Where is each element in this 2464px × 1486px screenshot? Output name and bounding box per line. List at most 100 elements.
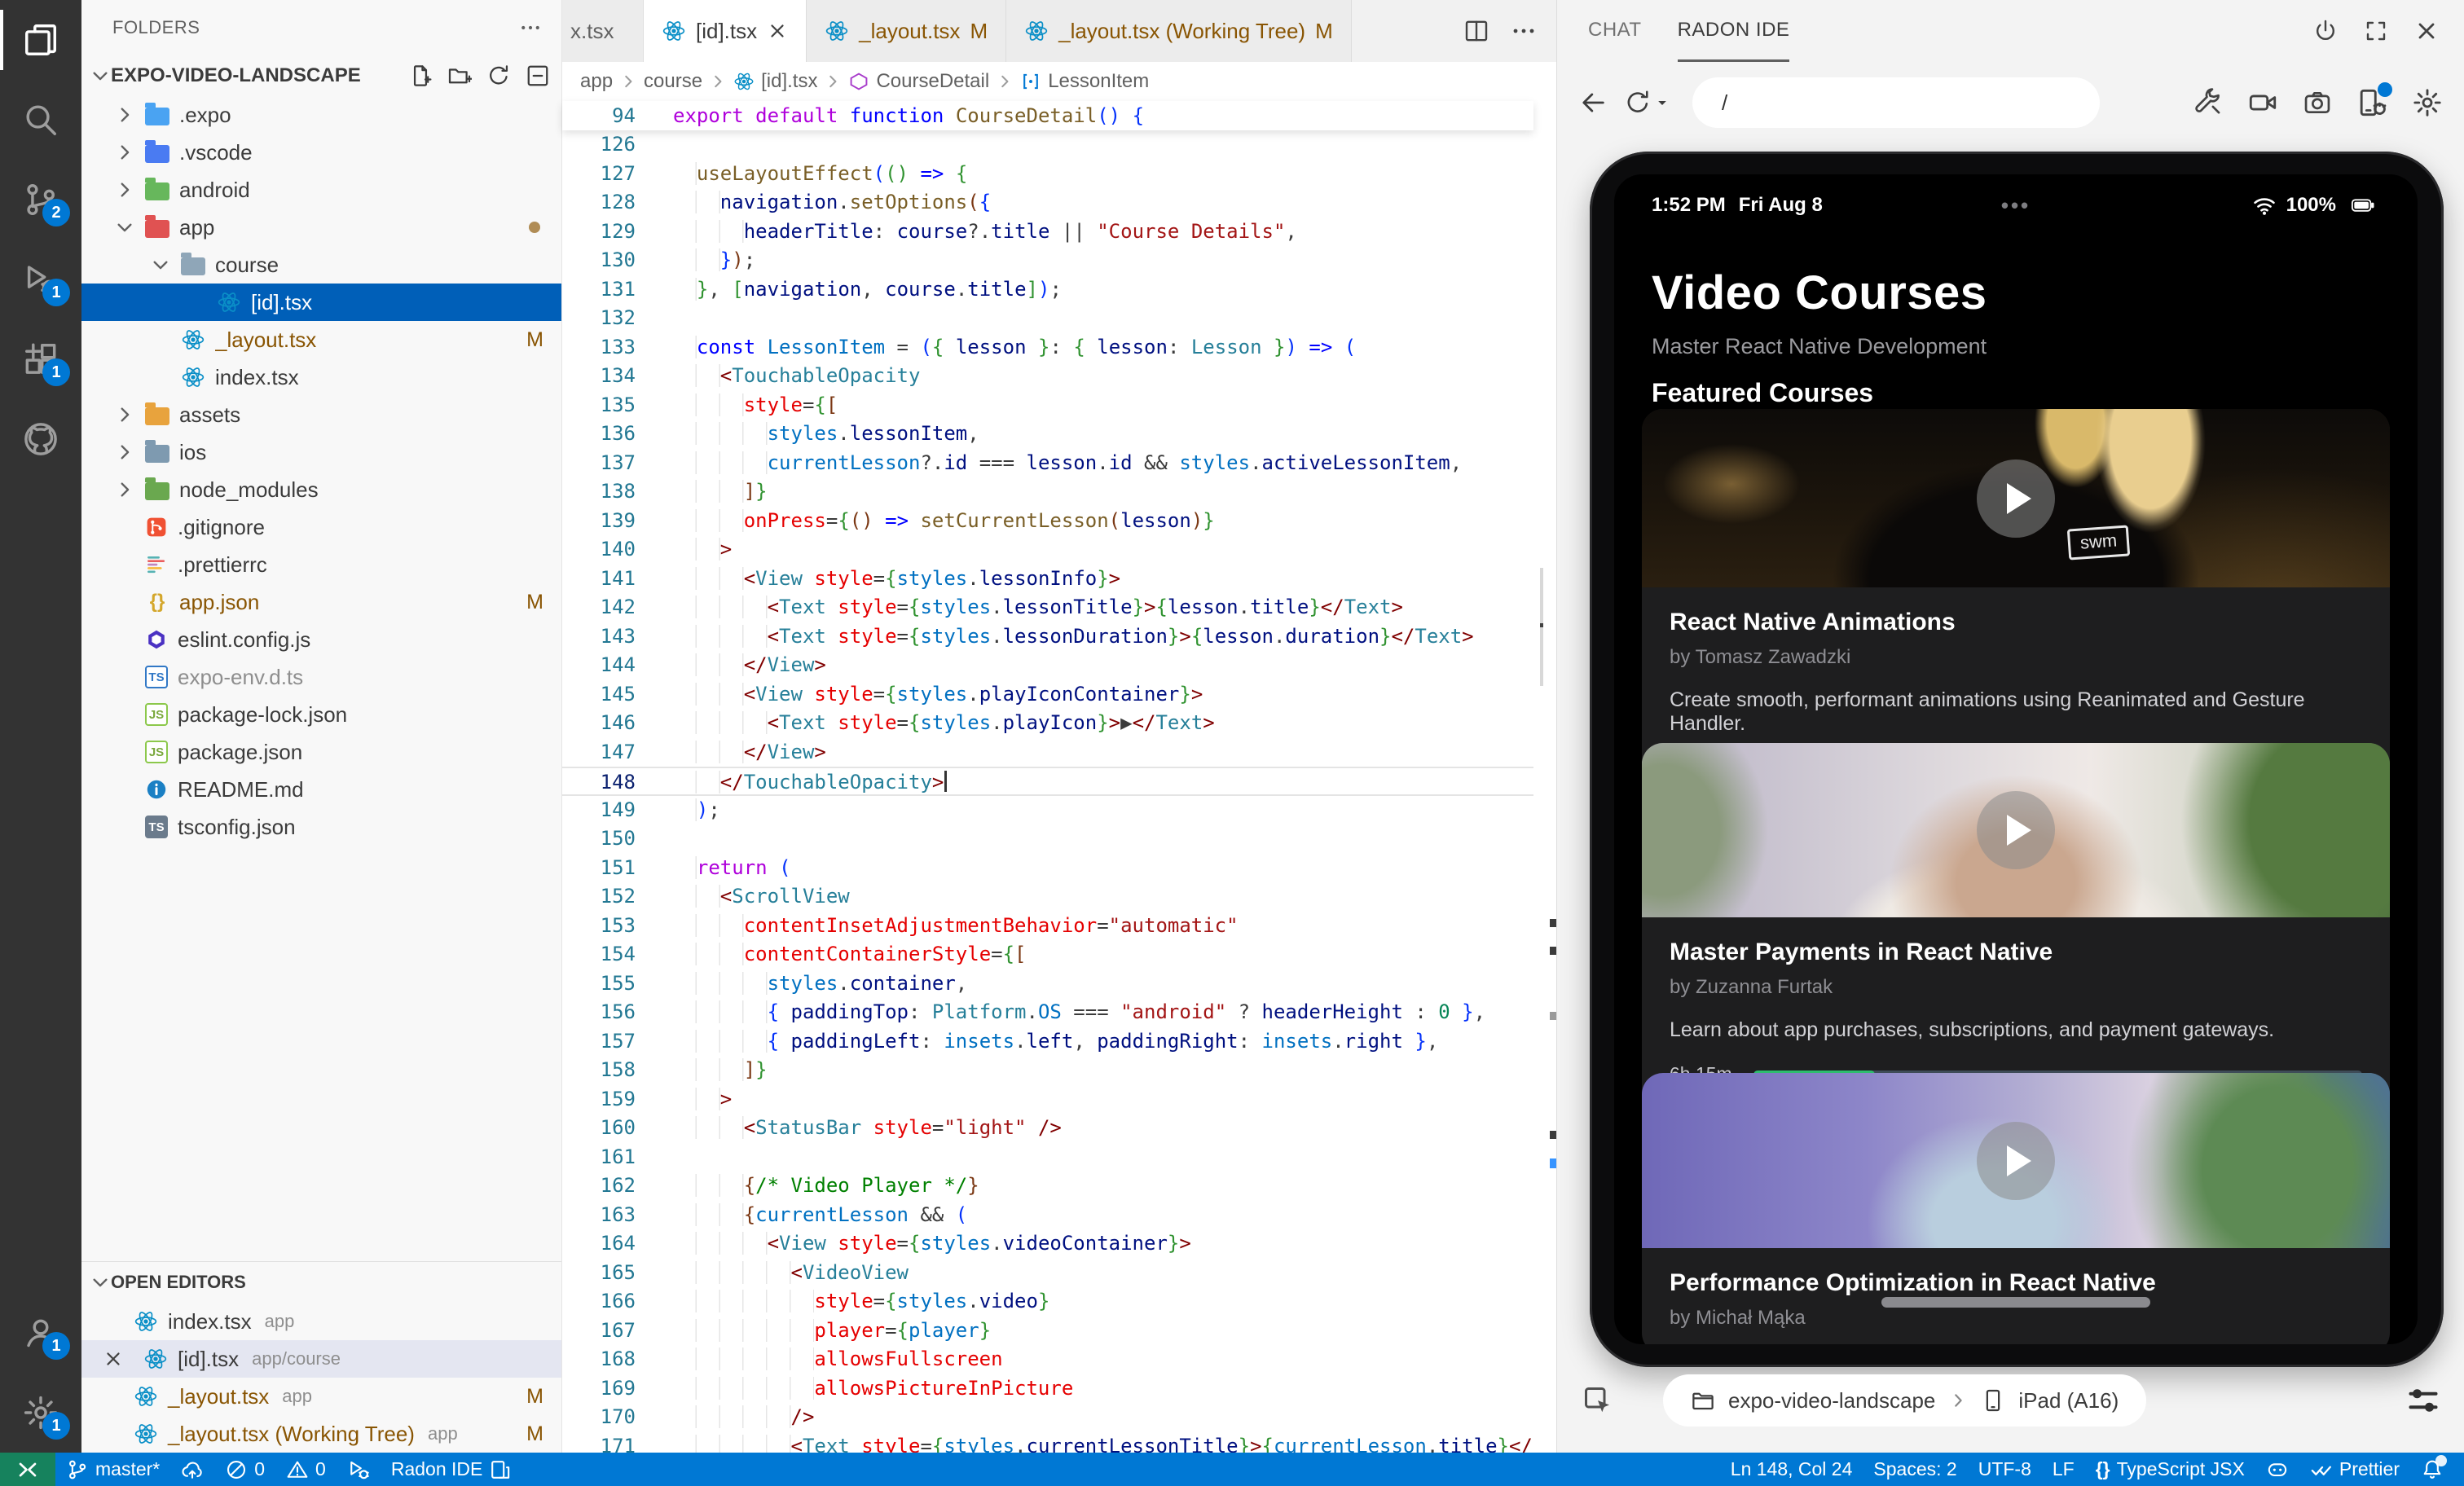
activity-run-debug[interactable]: 1 (0, 240, 81, 319)
close-icon[interactable] (103, 1348, 124, 1369)
remote-indicator[interactable] (0, 1453, 55, 1486)
more-actions-icon[interactable] (519, 16, 542, 39)
collapse-icon[interactable] (526, 64, 550, 88)
code-line-133[interactable]: 133 const LessonItem = ({ lesson }: { le… (562, 333, 1533, 363)
settings-gear-icon[interactable] (2412, 87, 2443, 118)
reload-control[interactable] (1624, 89, 1671, 117)
overview-ruler[interactable] (1533, 101, 1556, 1453)
code-line-147[interactable]: 147 </View> (562, 738, 1533, 767)
code-line-146[interactable]: 146 <Text style={styles.playIcon}>▶</Tex… (562, 709, 1533, 738)
code-line-168[interactable]: 168 allowsFullscreen (562, 1345, 1533, 1374)
tree-item-android[interactable]: android (81, 171, 561, 209)
code-line-167[interactable]: 167 player={player} (562, 1317, 1533, 1346)
breadcrumb-course[interactable]: course (644, 70, 702, 93)
refresh-icon[interactable] (486, 64, 511, 88)
code-line-136[interactable]: 136 styles.lessonItem, (562, 420, 1533, 449)
statusbar-radon-ide-status[interactable]: Radon IDE (391, 1458, 513, 1481)
open-editor-_layout.tsx (Working Tree)[interactable]: _layout.tsx (Working Tree)appM (81, 1415, 561, 1453)
url-bar[interactable]: / (1692, 77, 2100, 128)
breadcrumb-app[interactable]: app (580, 70, 613, 93)
code-line-144[interactable]: 144 </View> (562, 651, 1533, 680)
activity-search[interactable] (0, 80, 81, 160)
tree-item-.gitignore[interactable]: .gitignore (81, 508, 561, 546)
tree-item-app[interactable]: app (81, 209, 561, 246)
panel-tab-RADON IDE[interactable]: RADON IDE (1678, 0, 1790, 62)
more-actions-icon[interactable] (1511, 18, 1537, 44)
code-line-161[interactable]: 161 (562, 1143, 1533, 1172)
tree-item-.vscode[interactable]: .vscode (81, 134, 561, 171)
course-thumbnail[interactable] (1642, 743, 2390, 917)
code-line-160[interactable]: 160 <StatusBar style="light" /> (562, 1114, 1533, 1143)
play-button[interactable] (1977, 459, 2055, 538)
code-line-170[interactable]: 170 /> (562, 1403, 1533, 1432)
statusbar-warnings[interactable]: 0 (286, 1458, 326, 1481)
tree-item-_layout.tsx[interactable]: _layout.tsxM (81, 321, 561, 358)
code-line-166[interactable]: 166 style={styles.video} (562, 1287, 1533, 1317)
code-line-153[interactable]: 153 contentInsetAdjustmentBehavior="auto… (562, 912, 1533, 941)
statusbar-debug-status[interactable] (347, 1458, 370, 1481)
code-line-130[interactable]: 130 }); (562, 246, 1533, 275)
tree-item-README.md[interactable]: README.md (81, 771, 561, 808)
statusbar-git-branch[interactable]: master* (66, 1458, 160, 1481)
code-line-145[interactable]: 145 <View style={styles.playIconContaine… (562, 680, 1533, 710)
breadcrumb-[id].tsx[interactable]: [id].tsx (733, 70, 817, 93)
code-line-137[interactable]: 137 currentLesson?.id === lesson.id && s… (562, 449, 1533, 478)
screenshot-icon[interactable] (2303, 88, 2332, 117)
newfolder-icon[interactable] (447, 64, 472, 88)
inspect-icon[interactable] (1582, 1384, 1614, 1417)
code-line-140[interactable]: 140 > (562, 535, 1533, 565)
settings-toggle-icon[interactable] (2407, 1384, 2440, 1417)
code-line-157[interactable]: 157 { paddingLeft: insets.left, paddingR… (562, 1027, 1533, 1057)
power-icon[interactable] (2312, 18, 2339, 44)
code-line-154[interactable]: 154 contentContainerStyle={[ (562, 940, 1533, 969)
code-line-171[interactable]: 171 <Text style={styles.currentLessonTit… (562, 1432, 1533, 1453)
breadcrumb-CourseDetail[interactable]: CourseDetail (848, 70, 989, 93)
code-line-152[interactable]: 152 <ScrollView (562, 882, 1533, 912)
home-indicator[interactable] (1881, 1297, 2150, 1308)
code-line-143[interactable]: 143 <Text style={styles.lessonDuration}>… (562, 622, 1533, 652)
statusbar-notifications[interactable] (2421, 1458, 2444, 1481)
statusbar-eol[interactable]: LF (2053, 1458, 2075, 1480)
code-line-134[interactable]: 134 <TouchableOpacity (562, 362, 1533, 391)
close-icon[interactable] (767, 20, 788, 42)
code-line-163[interactable]: 163 {currentLesson && ( (562, 1201, 1533, 1230)
tree-item-[id].tsx[interactable]: [id].tsx (81, 284, 561, 321)
code-line-141[interactable]: 141 <View style={styles.lessonInfo}> (562, 565, 1533, 594)
statusbar-copilot[interactable] (2266, 1458, 2289, 1481)
code-line-165[interactable]: 165 <VideoView (562, 1259, 1533, 1288)
tab-_layout.tsx (Working Tree)[interactable]: _layout.tsx (Working Tree)M (1006, 0, 1352, 62)
code-line-135[interactable]: 135 style={[ (562, 391, 1533, 420)
tree-item-expo-env.d.ts[interactable]: TSexpo-env.d.ts (81, 658, 561, 696)
code-line-131[interactable]: 131 }, [navigation, course.title]); (562, 275, 1533, 305)
code-line-138[interactable]: 138 ]} (562, 477, 1533, 507)
code-line-142[interactable]: 142 <Text style={styles.lessonTitle}>{le… (562, 593, 1533, 622)
workspace-root[interactable]: EXPO-VIDEO-LANDSCAPE (81, 55, 561, 96)
open-editor-index.tsx[interactable]: index.tsxapp (81, 1303, 561, 1340)
code-line-132[interactable]: 132 (562, 304, 1533, 333)
tab-x.tsx[interactable]: x.tsx (562, 0, 644, 62)
code-line-129[interactable]: 129 headerTitle: course?.title || "Cours… (562, 218, 1533, 247)
activity-explorer[interactable] (0, 0, 81, 80)
activity-github[interactable] (0, 399, 81, 479)
tree-item-ios[interactable]: ios (81, 433, 561, 471)
code-line-148[interactable]: 148 </TouchableOpacity> (562, 767, 1533, 796)
sticky-scroll-line[interactable]: 94export default function CourseDetail()… (562, 101, 1533, 130)
course-thumbnail[interactable] (1642, 1073, 2390, 1248)
tree-item-.prettierrc[interactable]: .prettierrc (81, 546, 561, 583)
code-line-150[interactable]: 150 (562, 824, 1533, 854)
tree-item-eslint.config.js[interactable]: eslint.config.js (81, 621, 561, 658)
ipad-screen[interactable]: 1:52 PM Fri Aug 8 ••• 100% Video Courses… (1614, 174, 2418, 1344)
code-line-151[interactable]: 151 return ( (562, 854, 1533, 883)
play-button[interactable] (1977, 791, 2055, 869)
statusbar-encoding[interactable]: UTF-8 (1978, 1458, 2031, 1480)
activity-accounts[interactable]: 1 (0, 1293, 81, 1373)
breadcrumb-LessonItem[interactable]: LessonItem (1020, 70, 1149, 93)
statusbar-errors[interactable]: 0 (225, 1458, 265, 1481)
activity-settings[interactable]: 1 (0, 1373, 81, 1453)
code-line-128[interactable]: 128 navigation.setOptions({ (562, 188, 1533, 218)
statusbar-sync-changes[interactable] (181, 1458, 204, 1481)
course-thumbnail[interactable]: swm (1642, 409, 2390, 587)
project-device-selector[interactable]: expo-video-landscape iPad (A16) (1663, 1374, 2146, 1427)
tab-_layout.tsx[interactable]: _layout.tsxM (807, 0, 1006, 62)
split-editor-icon[interactable] (1463, 18, 1489, 44)
